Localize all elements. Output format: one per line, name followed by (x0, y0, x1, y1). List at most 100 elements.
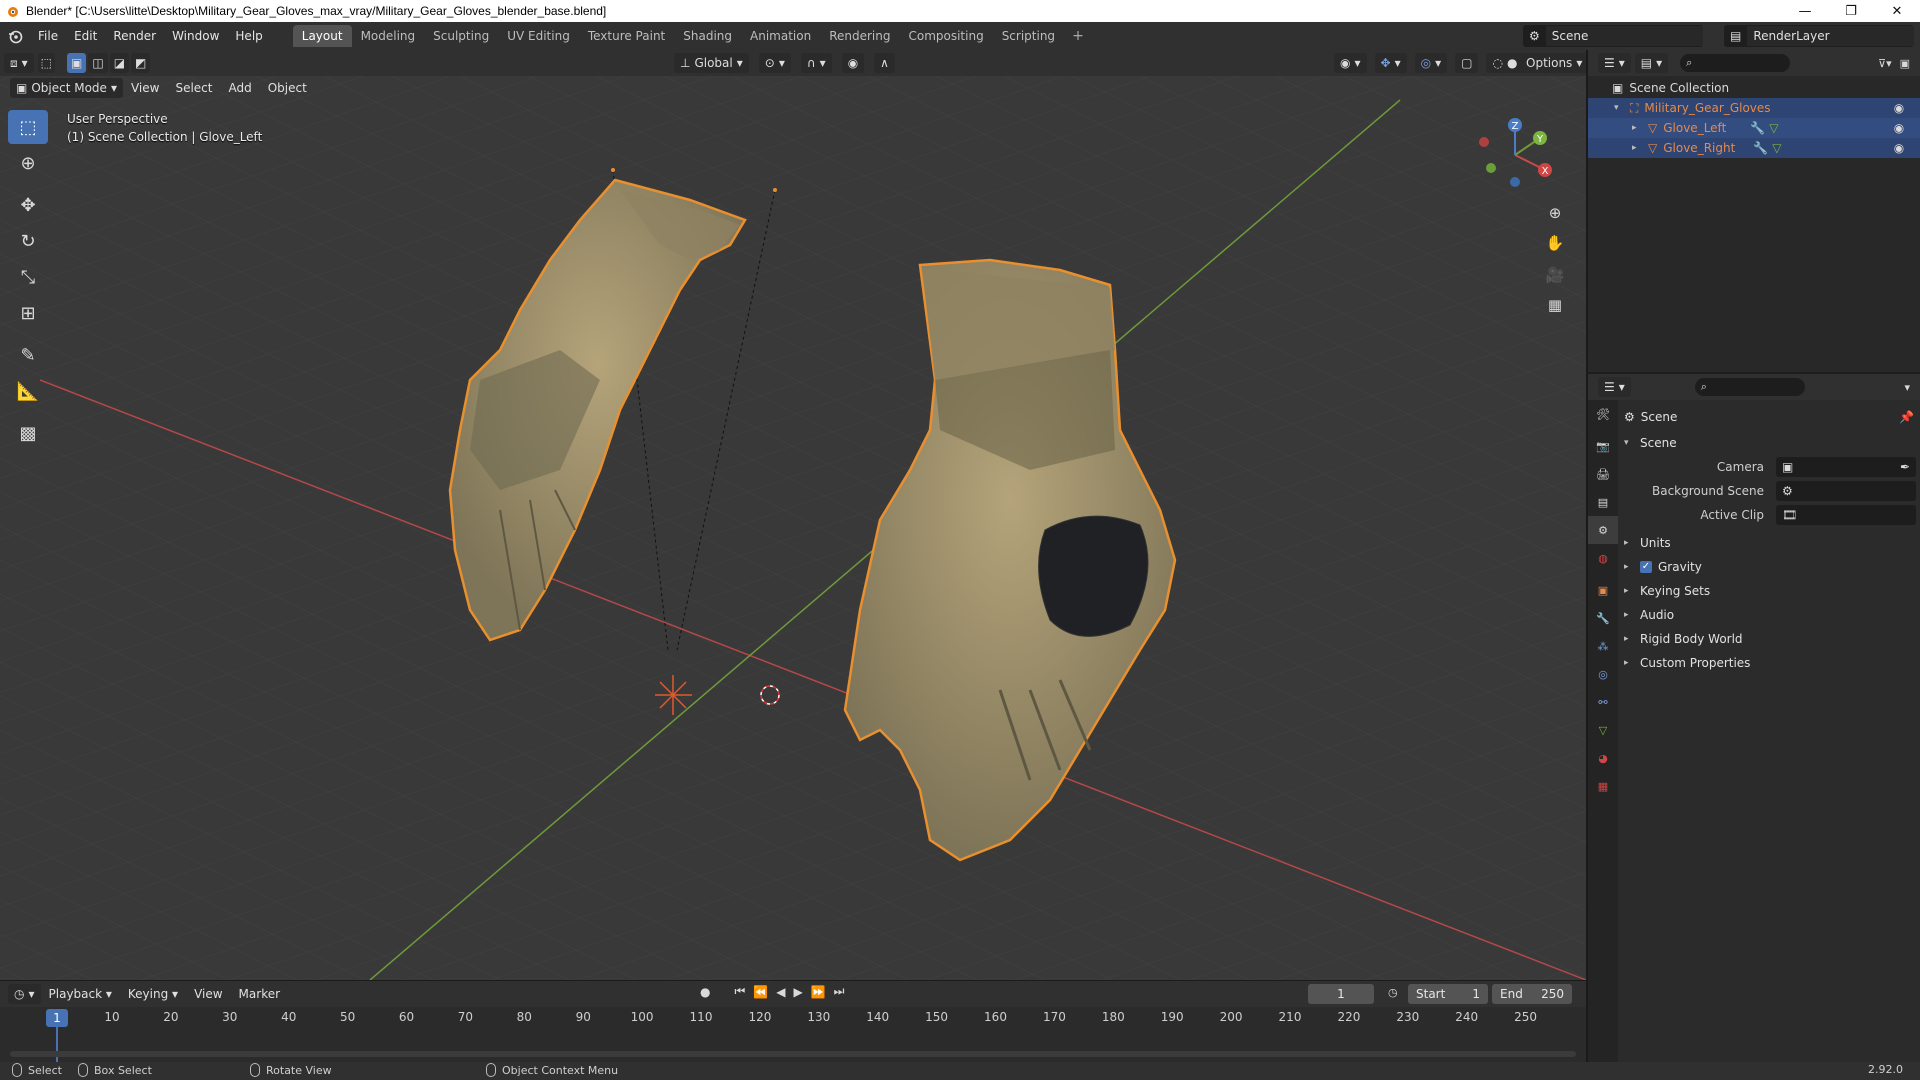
outliner-row-military-gear-gloves[interactable]: ▾ ⛶ Military_Gear_Gloves ◉ (1588, 98, 1920, 118)
panel-keying-sets[interactable]: ▸ Keying Sets (1620, 580, 1920, 602)
panel-rigid-body-world[interactable]: ▸ Rigid Body World (1620, 628, 1920, 650)
tab-material[interactable]: ◕ (1588, 744, 1618, 772)
viewport-scene[interactable] (0, 50, 1586, 980)
eye-icon[interactable]: ◉ (1892, 101, 1906, 115)
menu-view[interactable]: View (123, 81, 167, 95)
blender-menu-icon[interactable] (0, 28, 30, 44)
zoom-button[interactable]: ⊕ (1540, 198, 1570, 228)
timeline-scrollbar[interactable] (10, 1051, 1576, 1057)
new-collection-icon[interactable]: ▣ (1900, 57, 1910, 70)
extend-selection-icon[interactable]: ◫ (88, 53, 108, 73)
rotate-tool[interactable]: ↻ (8, 224, 48, 258)
menu-window[interactable]: Window (164, 25, 227, 47)
outliner-row-glove-right[interactable]: ▸ ▽ Glove_Right 🔧 ▽ ◉ (1588, 138, 1920, 158)
expand-arrow-icon[interactable]: ▸ (1632, 123, 1642, 133)
timeline-editor-type[interactable]: ◷ ▾ (8, 984, 41, 1004)
measure-tool[interactable]: 📐 (8, 374, 48, 408)
transform-orientation-dropdown[interactable]: ⊥ Global ▾ (674, 53, 749, 73)
tab-shading[interactable]: Shading (674, 25, 741, 47)
outliner-editor-type[interactable]: ☰ ▾ (1598, 53, 1631, 73)
menu-file[interactable]: File (30, 25, 66, 47)
expand-arrow-icon[interactable]: ▾ (1614, 103, 1624, 113)
editor-type-button[interactable]: ⧈ ▾ (4, 53, 34, 73)
camera-field[interactable]: ▣ ✒ (1776, 457, 1916, 477)
tab-compositing[interactable]: Compositing (899, 25, 992, 47)
menu-select[interactable]: Select (167, 81, 220, 95)
panel-custom-properties[interactable]: ▸ Custom Properties (1620, 652, 1920, 674)
menu-keying[interactable]: Keying ▾ (120, 987, 186, 1001)
cursor-tool[interactable]: ⊕ (8, 146, 48, 180)
add-workspace-button[interactable]: + (1064, 25, 1092, 47)
tab-texture-paint[interactable]: Texture Paint (579, 25, 674, 47)
menu-help[interactable]: Help (227, 25, 270, 47)
close-button[interactable]: ✕ (1874, 0, 1920, 22)
play-icon[interactable]: ▶ (793, 985, 802, 999)
gravity-checkbox[interactable]: ✓ (1640, 561, 1652, 573)
add-cube-tool[interactable]: ▩ (8, 416, 48, 450)
tab-animation[interactable]: Animation (741, 25, 820, 47)
playhead-line[interactable] (56, 1027, 58, 1063)
jump-start-icon[interactable]: ⏮ (734, 984, 745, 999)
menu-playback[interactable]: Playback ▾ (41, 987, 120, 1001)
frame-ruler[interactable]: 1 10 20 30 40 50 60 70 80 90 100 110 120 130 140 150 160… (0, 1007, 1586, 1027)
tab-sculpting[interactable]: Sculpting (424, 25, 498, 47)
properties-search-input[interactable]: ⌕ (1694, 378, 1805, 396)
axis-gizmo[interactable]: X Y Z (1460, 110, 1570, 200)
gizmo-toggle[interactable]: ✥ ▾ (1374, 53, 1407, 73)
scene-selector[interactable]: ⚙ Scene (1523, 25, 1703, 47)
object-mode-dropdown[interactable]: ▣ Object Mode ▾ (10, 78, 123, 98)
snap-toggle[interactable]: ∩ ▾ (800, 53, 832, 73)
pivot-point-dropdown[interactable]: ⊙ ▾ (758, 53, 791, 73)
navigation-gizmo[interactable]: X Y Z ⊕ ✋ 🎥 ▦ (1460, 110, 1570, 340)
proportional-edit-toggle[interactable]: ◉ (841, 53, 865, 73)
wireframe-shading-icon[interactable]: ◌ (1492, 56, 1502, 70)
menu-view-timeline[interactable]: View (186, 987, 230, 1001)
tab-uv-editing[interactable]: UV Editing (498, 25, 579, 47)
options-dropdown[interactable]: Options ▾ (1520, 53, 1586, 73)
tab-data[interactable]: ▽ (1588, 716, 1618, 744)
outliner-search-input[interactable]: ⌕ (1680, 54, 1791, 72)
tab-particles[interactable]: ⁂ (1588, 632, 1618, 660)
tab-modifiers[interactable]: 🔧 (1588, 604, 1618, 632)
next-keyframe-icon[interactable]: ⏩ (811, 985, 826, 999)
outliner-row-scene-collection[interactable]: ▣ Scene Collection (1588, 78, 1920, 98)
scale-tool[interactable]: ⤡ (8, 260, 48, 294)
solid-shading-icon[interactable]: ● (1507, 56, 1517, 70)
tab-object[interactable]: ▣ (1588, 576, 1618, 604)
mesh-data-icon[interactable]: ▽ (1769, 121, 1778, 135)
record-icon[interactable]: ● (700, 985, 710, 999)
tab-physics[interactable]: ◎ (1588, 660, 1618, 688)
tab-tool[interactable]: 🛠 (1588, 400, 1618, 428)
play-reverse-icon[interactable]: ◀ (776, 985, 785, 999)
camera-view-button[interactable]: 🎥 (1540, 260, 1570, 290)
menu-add[interactable]: Add (220, 81, 259, 95)
tab-view-layer[interactable]: ▤ (1588, 488, 1618, 516)
eyedropper-icon[interactable]: ✒ (1900, 460, 1910, 474)
expand-arrow-icon[interactable]: ▸ (1632, 143, 1642, 153)
menu-marker[interactable]: Marker (231, 987, 288, 1001)
tab-constraints[interactable]: ⚯ (1588, 688, 1618, 716)
start-frame-field[interactable]: Start 1 (1408, 984, 1488, 1004)
panel-units[interactable]: ▸ Units (1620, 532, 1920, 554)
pin-icon[interactable]: 📌 (1899, 410, 1914, 424)
display-mode-dropdown[interactable]: ▤ ▾ (1634, 53, 1669, 73)
annotate-tool[interactable]: ✎ (8, 338, 48, 372)
jump-end-icon[interactable]: ⏭ (834, 984, 845, 999)
empty-point[interactable] (611, 168, 615, 172)
panel-scene-header[interactable]: ▾ Scene (1620, 432, 1920, 454)
prev-keyframe-icon[interactable]: ⏪ (753, 985, 768, 999)
scene-name[interactable]: Scene (1545, 26, 1703, 46)
render-layer-selector[interactable]: ▤ RenderLayer (1724, 25, 1914, 47)
tab-rendering[interactable]: Rendering (820, 25, 899, 47)
background-scene-field[interactable]: ⚙ (1776, 481, 1916, 501)
tab-render[interactable]: 📷 (1588, 432, 1618, 460)
wrench-modifier-icon[interactable]: 🔧 (1750, 121, 1765, 135)
tab-texture[interactable]: ▦ (1588, 772, 1618, 800)
transform-tool[interactable]: ⊞ (8, 296, 48, 330)
empty-point[interactable] (773, 188, 777, 192)
mesh-data-icon[interactable]: ▽ (1772, 141, 1781, 155)
select-box-tool[interactable]: ⬚ (8, 110, 48, 144)
maximize-button[interactable]: ❐ (1828, 0, 1874, 22)
ortho-toggle-button[interactable]: ▦ (1540, 290, 1570, 320)
chevron-down-icon[interactable]: ▾ (1904, 381, 1910, 394)
